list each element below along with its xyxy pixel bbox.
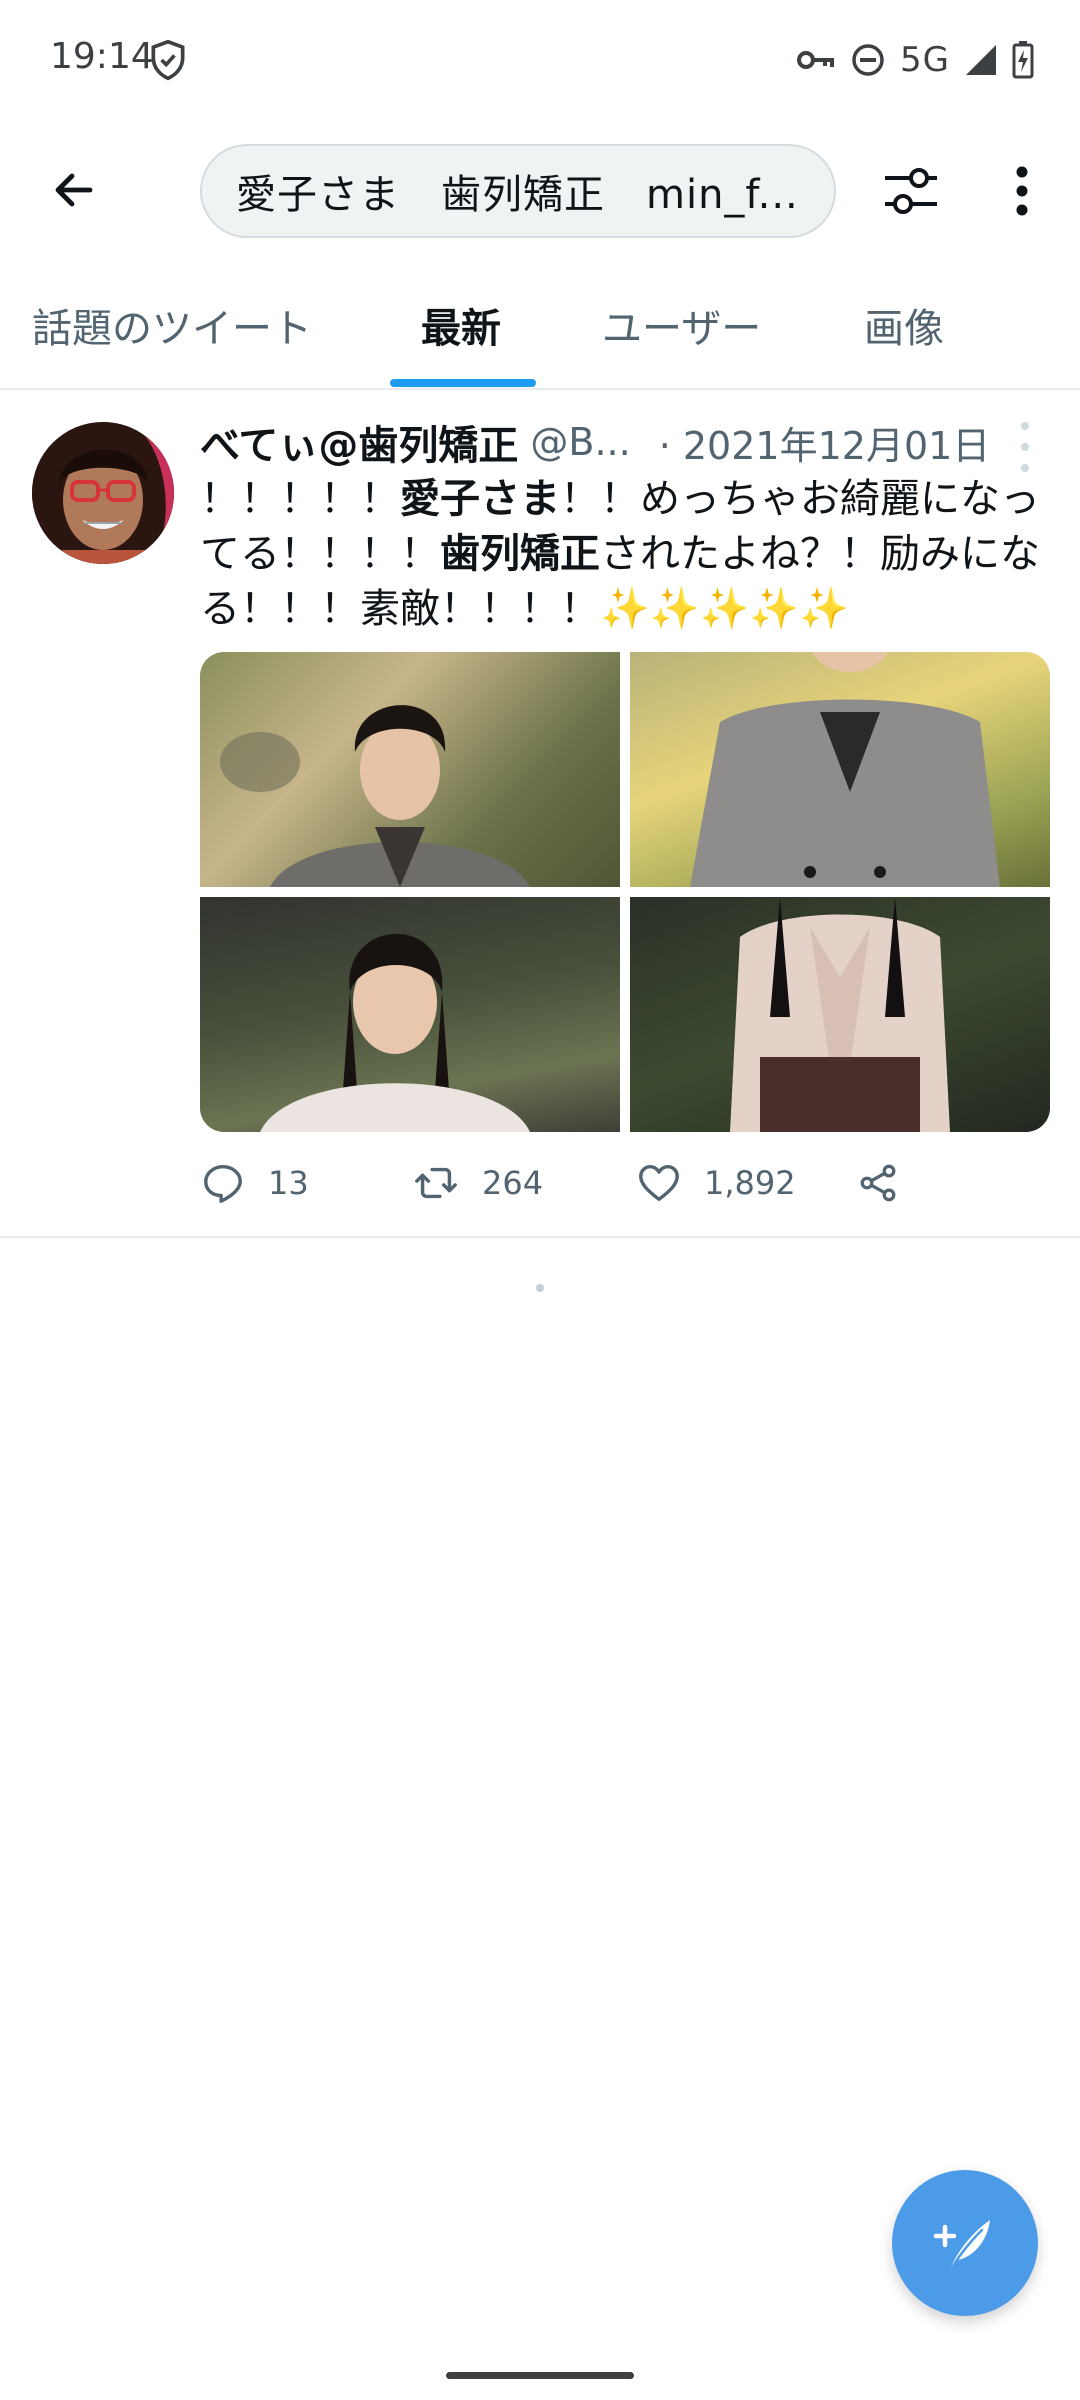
tweet-photo-3[interactable] [200,897,620,1132]
tweet-menu-dot [1021,464,1029,472]
like-count: 1,892 [704,1164,796,1202]
status-bar: 19:14 5G [0,0,1080,120]
more-vertical-icon [1016,166,1028,216]
filter-sliders-icon [885,168,937,214]
compose-feather-icon [933,2220,990,2270]
loading-indicator [536,1284,544,1292]
back-arrow-icon [55,173,93,207]
tweet-author-handle[interactable]: @B... [530,420,630,464]
back-button[interactable] [40,156,108,224]
retweet-icon [415,1167,457,1199]
photo-4-illustration [730,897,950,1132]
network-type: 5G [900,40,950,80]
search-tabs: 話題のツイート 最新 ユーザー 画像 [0,270,1080,390]
tweet-menu-dot [1021,422,1029,430]
search-query: 愛子さま 歯列矯正 min_f... [236,172,799,218]
retweet-button[interactable]: 264 [412,1148,543,1218]
tab-latest[interactable]: 最新 [421,296,501,354]
tweet[interactable]: べてぃ@歯列矯正 @B... · 2021年12月01日 ！！！！！愛子さま！！… [0,392,1080,1238]
tweet-media-grid [200,652,1050,1132]
retweet-count: 264 [482,1164,544,1202]
search-toolbar: 愛子さま 歯列矯正 min_f... [0,130,1080,250]
vpn-key-icon [797,51,835,69]
compose-tweet-button[interactable] [892,2170,1038,2316]
tweet-photo-2[interactable] [630,652,1050,887]
share-icon [860,1164,896,1202]
tweet-text: ！！！！！愛子さま！！めっちゃお綺麗になってる！！！！歯列矯正されたよね？！励み… [200,472,1050,637]
reply-button[interactable]: 13 [200,1148,309,1218]
reply-count: 13 [268,1164,309,1202]
tab-users[interactable]: ユーザー [602,296,761,354]
tab-images[interactable]: 画像 [864,296,944,354]
home-indicator[interactable] [446,2372,634,2379]
photo-3-illustration [260,933,530,1132]
share-button[interactable] [856,1148,900,1218]
tweet-text-highlight: 歯列矯正 [440,531,600,577]
shield-check-icon [151,39,185,81]
tweet-author-name[interactable]: べてぃ@歯列矯正 [200,413,518,471]
status-icons: 5G [796,38,1034,82]
battery-charging-icon [1012,41,1034,79]
cell-signal-icon [966,45,996,75]
photo-2-illustration [690,652,1000,887]
more-options-button[interactable] [992,154,1052,228]
search-input[interactable]: 愛子さま 歯列矯正 min_f... [200,144,836,238]
tweet-text-part: ！！！！！ [200,476,400,522]
avatar[interactable] [32,422,174,564]
tweet-header: べてぃ@歯列矯正 @B... · 2021年12月01日 [200,412,1050,472]
sparkles-emoji: ✨✨✨✨✨ [600,586,850,632]
active-tab-indicator [390,379,536,387]
avatar-portrait [32,422,174,564]
tweet-date: · 2021年12月01日 [658,423,991,468]
tweet-menu-button[interactable] [1010,422,1040,472]
tweet-text-highlight: 愛子さま [400,476,560,522]
tweet-photo-1[interactable] [200,652,620,887]
search-filter-button[interactable] [874,154,948,228]
heart-icon [639,1164,679,1202]
status-time: 19:14 [50,36,154,77]
tweet-photo-4[interactable] [630,897,1050,1132]
tweet-menu-dot [1021,443,1029,451]
reply-icon [204,1164,242,1203]
tweet-actions: 13 264 1,892 [200,1148,1050,1218]
tab-top-tweets[interactable]: 話題のツイート [32,296,312,354]
like-button[interactable]: 1,892 [636,1148,796,1218]
do-not-disturb-icon [852,44,884,76]
photo-1-illustration [220,705,530,887]
